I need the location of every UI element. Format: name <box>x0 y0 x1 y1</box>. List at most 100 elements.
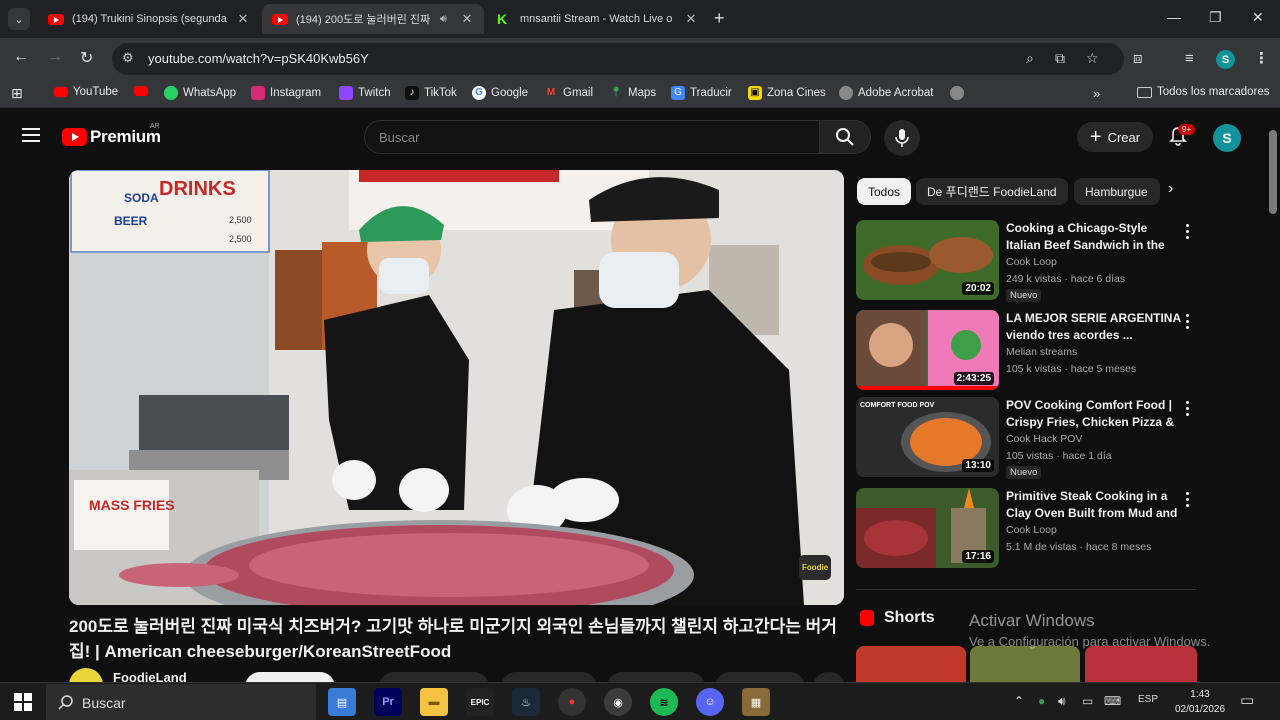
video-channel[interactable]: Cook Loop <box>1006 256 1057 268</box>
zoom-icon[interactable]: ⌕ <box>1026 50 1034 67</box>
download-button[interactable] <box>607 672 705 682</box>
bookmark-zona-cines[interactable]: ▣ Zona Cines <box>748 86 826 100</box>
site-info-icon[interactable]: ⚙ <box>122 50 134 66</box>
more-options-icon[interactable] <box>1186 492 1190 510</box>
tab-close-icon[interactable]: ✕ <box>236 11 250 27</box>
more-actions-button[interactable] <box>813 672 844 682</box>
video-title[interactable]: Cooking a Chicago-Style Italian Beef San… <box>1006 220 1181 254</box>
bookmark-star-icon[interactable]: ☆ <box>1086 50 1099 67</box>
browser-tab-2-active[interactable]: (194) 200도로 눌러버린 진짜 🔊︎ ✕ <box>262 4 484 34</box>
input-language[interactable]: ESP <box>1138 694 1158 705</box>
chrome-icon[interactable]: ◉ <box>604 688 632 716</box>
bookmark-whatsapp[interactable]: WhatsApp <box>164 86 236 100</box>
video-title[interactable]: LA MEJOR SERIE ARGENTINA viendo tres aco… <box>1006 310 1181 344</box>
create-button[interactable]: + Crear <box>1077 122 1153 152</box>
video-thumbnail[interactable]: 17:16 <box>856 488 999 568</box>
subscribe-button[interactable] <box>245 672 335 682</box>
close-window-icon[interactable]: ✕ <box>1252 9 1264 26</box>
tray-app-icon[interactable]: ● <box>1038 694 1045 708</box>
spotify-icon[interactable]: ≋ <box>650 688 678 716</box>
short-thumbnail[interactable] <box>970 646 1080 682</box>
page-scrollbar[interactable] <box>1266 114 1280 686</box>
recommended-video[interactable]: 20:02 Cooking a Chicago-Style Italian Be… <box>856 220 1196 302</box>
channel-avatar[interactable] <box>69 668 103 682</box>
speaker-icon[interactable]: 🔊︎ <box>440 13 454 26</box>
recommended-video[interactable]: 2:43:25 LA MEJOR SERIE ARGENTINA viendo … <box>856 310 1196 392</box>
recommended-video[interactable]: 17:16 Primitive Steak Cooking in a Clay … <box>856 488 1196 570</box>
browser-profile-avatar[interactable]: S <box>1216 50 1235 69</box>
chevron-right-icon[interactable]: › <box>1168 180 1173 198</box>
reload-icon[interactable]: ↻ <box>80 48 93 68</box>
windows-start-icon[interactable] <box>14 693 32 711</box>
chip-foodieland[interactable]: De 푸디랜드 FoodieLand <box>916 178 1068 205</box>
share-button[interactable] <box>501 672 597 682</box>
bookmark-globe[interactable] <box>950 86 969 100</box>
video-player[interactable]: DRINKS SODA BEER 2,500 2,500 MASS FRIES <box>69 170 844 605</box>
scrollbar-thumb[interactable] <box>1269 130 1277 214</box>
install-app-icon[interactable]: ⧉ <box>1055 50 1065 67</box>
back-icon[interactable]: ← <box>13 48 29 66</box>
tab-close-icon[interactable]: ✕ <box>684 11 698 27</box>
short-thumbnail[interactable] <box>856 646 966 682</box>
video-title[interactable]: Primitive Steak Cooking in a Clay Oven B… <box>1006 488 1181 522</box>
forward-icon[interactable]: → <box>47 48 63 66</box>
voice-search-button[interactable] <box>884 120 920 156</box>
tray-overflow-icon[interactable]: ⌃ <box>1014 694 1024 708</box>
hamburger-menu-icon[interactable] <box>22 128 40 146</box>
extensions-icon[interactable]: ⧈ <box>1133 50 1143 67</box>
like-dislike-button[interactable] <box>379 672 489 682</box>
bookmark-youtube-2[interactable] <box>134 86 153 96</box>
epic-games-icon[interactable]: EPIC <box>466 688 494 716</box>
new-tab-button[interactable]: + <box>714 8 725 29</box>
notification-center-icon[interactable]: ▭ <box>1240 691 1254 709</box>
video-channel[interactable]: Cook Hack POV <box>1006 433 1082 445</box>
video-thumbnail[interactable]: COMFORT FOOD POV 13:10 <box>856 397 999 477</box>
task-view-app-icon[interactable]: ▤ <box>328 688 356 716</box>
video-title[interactable]: POV Cooking Comfort Food | Crispy Fries,… <box>1006 397 1181 431</box>
more-options-icon[interactable] <box>1186 224 1190 242</box>
taskbar-clock[interactable]: 1:43 02/01/2026 <box>1168 687 1232 717</box>
save-button[interactable] <box>715 672 805 682</box>
network-icon[interactable]: ▭ <box>1082 694 1093 708</box>
bookmark-maps[interactable]: 📍︎ Maps <box>609 86 656 100</box>
package-app-icon[interactable]: ▦ <box>742 688 770 716</box>
bookmark-twitch[interactable]: Twitch <box>339 86 391 100</box>
taskbar-search-box[interactable]: Buscar <box>46 684 316 720</box>
tab-close-icon[interactable]: ✕ <box>460 11 474 27</box>
all-bookmarks-folder[interactable]: Todos los marcadores <box>1137 86 1270 98</box>
restore-icon[interactable]: ❐ <box>1209 9 1222 26</box>
steam-icon[interactable]: ♨ <box>512 688 540 716</box>
discord-icon[interactable]: ☺ <box>696 688 724 716</box>
address-bar[interactable]: ⚙ youtube.com/watch?v=pSK40Kwb56Y ⌕ ⧉ ☆ <box>112 43 1124 75</box>
video-channel[interactable]: Cook Loop <box>1006 524 1057 536</box>
media-controls-icon[interactable]: ≡ <box>1185 50 1194 67</box>
search-button[interactable] <box>819 120 871 154</box>
minimize-icon[interactable]: — <box>1167 9 1181 25</box>
volume-icon[interactable]: 🔊︎ <box>1058 694 1066 709</box>
keyboard-icon[interactable]: ⌨ <box>1104 694 1121 708</box>
youtube-account-avatar[interactable]: S <box>1213 124 1241 152</box>
browser-tab-3[interactable]: mnsantii Stream - Watch Live o ✕ <box>486 4 708 34</box>
bookmark-gmail[interactable]: M Gmail <box>544 86 593 100</box>
bookmark-instagram[interactable]: Instagram <box>251 86 321 100</box>
bookmark-google[interactable]: G Google <box>472 86 528 100</box>
channel-name[interactable]: FoodieLand <box>113 670 187 682</box>
short-thumbnail[interactable] <box>1085 646 1197 682</box>
tab-search-button[interactable]: ⌄ <box>8 8 30 30</box>
bookmark-youtube[interactable]: YouTube <box>54 86 118 98</box>
youtube-logo-icon[interactable] <box>62 128 87 146</box>
chip-all[interactable]: Todos <box>857 178 912 205</box>
video-channel[interactable]: Melian streams <box>1006 346 1077 358</box>
bookmarks-overflow-icon[interactable]: » <box>1093 86 1100 101</box>
url-text[interactable]: youtube.com/watch?v=pSK40Kwb56Y <box>148 51 369 66</box>
youtube-premium-logo[interactable]: Premium <box>90 127 161 147</box>
video-thumbnail[interactable]: 20:02 <box>856 220 999 300</box>
premiere-pro-icon[interactable]: Pr <box>374 688 402 716</box>
more-options-icon[interactable] <box>1186 401 1190 419</box>
bookmark-traducir[interactable]: G Traducir <box>671 86 732 100</box>
obs-icon[interactable]: ● <box>558 688 586 716</box>
browser-tab-1[interactable]: (194) Trukini Sinopsis (segunda ✕ <box>38 4 260 34</box>
chip-hamburguesas[interactable]: Hamburgue <box>1074 178 1160 205</box>
file-explorer-icon[interactable]: ▬ <box>420 688 448 716</box>
apps-grid-icon[interactable]: ⊞ <box>11 85 23 102</box>
